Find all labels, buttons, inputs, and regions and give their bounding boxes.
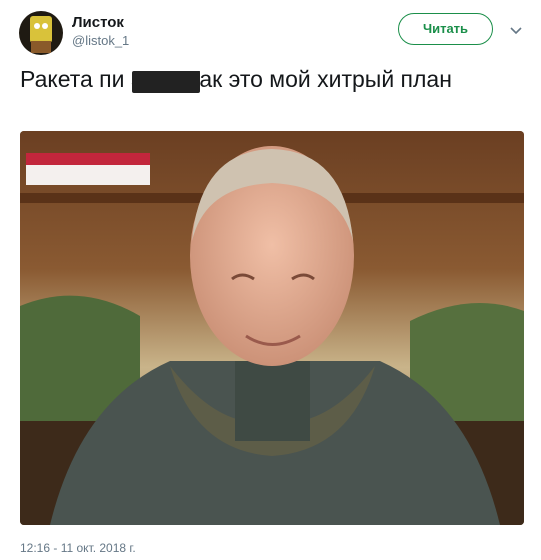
display-name[interactable]: Листок [72, 14, 129, 32]
tweet-text: Ракета пи ась? Так это мой хитрый план [20, 66, 452, 92]
chevron-down-icon[interactable] [509, 23, 523, 37]
avatar[interactable] [19, 11, 63, 55]
user-handle[interactable]: @listok_1 [72, 32, 129, 49]
follow-button[interactable]: Читать [398, 13, 493, 45]
tweet-photo[interactable] [20, 131, 524, 525]
redaction-scribble [132, 71, 200, 93]
tweet-header: Листок @listok_1 Читать [19, 9, 529, 55]
author-names[interactable]: Листок @listok_1 [72, 14, 129, 49]
tweet-timestamp[interactable]: 12:16 - 11 окт. 2018 г. [20, 541, 136, 555]
